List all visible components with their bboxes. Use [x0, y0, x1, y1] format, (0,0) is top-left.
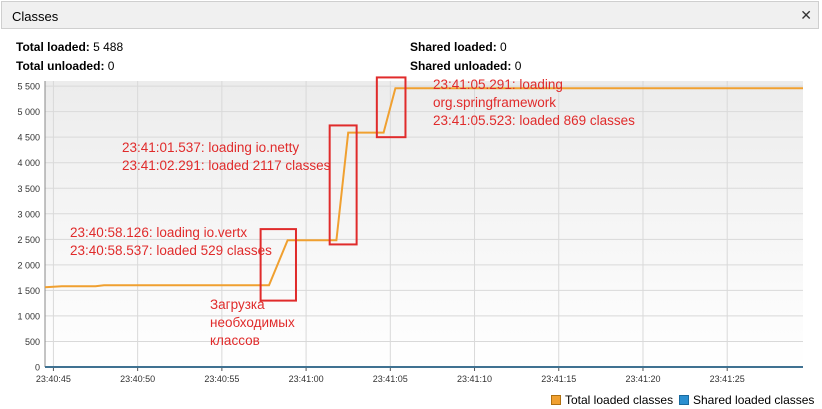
annotation-spring-line3: 23:41:05.523: loaded 869 classes — [433, 113, 635, 128]
legend-total[interactable]: Total loaded classes — [551, 393, 673, 407]
x-tick-label: 23:41:15 — [541, 374, 576, 384]
annotation-spring-line1: 23:41:05.291: loading — [433, 77, 563, 92]
y-tick-label: 5 000 — [17, 107, 40, 117]
classes-chart: 0 500 1 000 1 500 2 000 2 500 3 000 3 500 4 000 4… — [17, 76, 803, 384]
x-tick-label: 23:41:05 — [373, 374, 408, 384]
x-tick-label: 23:40:55 — [204, 374, 239, 384]
annotation-russian-line2: необходимых — [210, 315, 295, 330]
annotation-russian-line1: Загрузка — [210, 297, 265, 312]
x-tick-label: 23:41:20 — [625, 374, 660, 384]
annotation-vertx-line2: 23:40:58.537: loaded 529 classes — [70, 243, 272, 258]
x-tick-label: 23:41:10 — [457, 374, 492, 384]
annotation-russian: Загрузка необходимых классов — [210, 296, 295, 350]
y-tick-label: 4 000 — [17, 158, 40, 168]
y-tick-label: 2 000 — [17, 260, 40, 270]
annotation-spring-line2: org.springframework — [433, 95, 557, 110]
annotation-netty: 23:41:01.537: loading io.netty 23:41:02.… — [122, 139, 330, 175]
legend-total-swatch — [551, 395, 561, 405]
annotation-spring: 23:41:05.291: loading org.springframewor… — [433, 76, 635, 130]
y-tick-label: 3 500 — [17, 184, 40, 194]
legend-shared-label: Shared loaded classes — [693, 393, 815, 407]
annotation-netty-line2: 23:41:02.291: loaded 2117 classes — [122, 158, 331, 173]
y-tick-label: 5 500 — [17, 82, 40, 92]
x-tick-label: 23:40:45 — [36, 374, 71, 384]
y-tick-label: 1 000 — [17, 311, 40, 321]
annotation-vertx: 23:40:58.126: loading io.vertx 23:40:58.… — [70, 224, 272, 260]
x-tick-label: 23:41:25 — [710, 374, 745, 384]
legend-shared-swatch — [679, 395, 689, 405]
legend-shared[interactable]: Shared loaded classes — [679, 393, 814, 407]
annotation-russian-line3: классов — [210, 333, 260, 348]
y-tick-label: 2 500 — [17, 235, 40, 245]
annotation-vertx-line1: 23:40:58.126: loading io.vertx — [70, 225, 248, 240]
y-tick-label: 0 — [35, 363, 40, 373]
legend-total-label: Total loaded classes — [565, 393, 674, 407]
x-tick-label: 23:41:00 — [289, 374, 324, 384]
y-tick-label: 4 500 — [17, 133, 40, 143]
x-tick-label: 23:40:50 — [120, 374, 155, 384]
y-tick-label: 500 — [25, 337, 40, 347]
annotation-netty-line1: 23:41:01.537: loading io.netty — [122, 140, 300, 155]
y-tick-label: 3 000 — [17, 209, 40, 219]
y-tick-label: 1 500 — [17, 286, 40, 296]
